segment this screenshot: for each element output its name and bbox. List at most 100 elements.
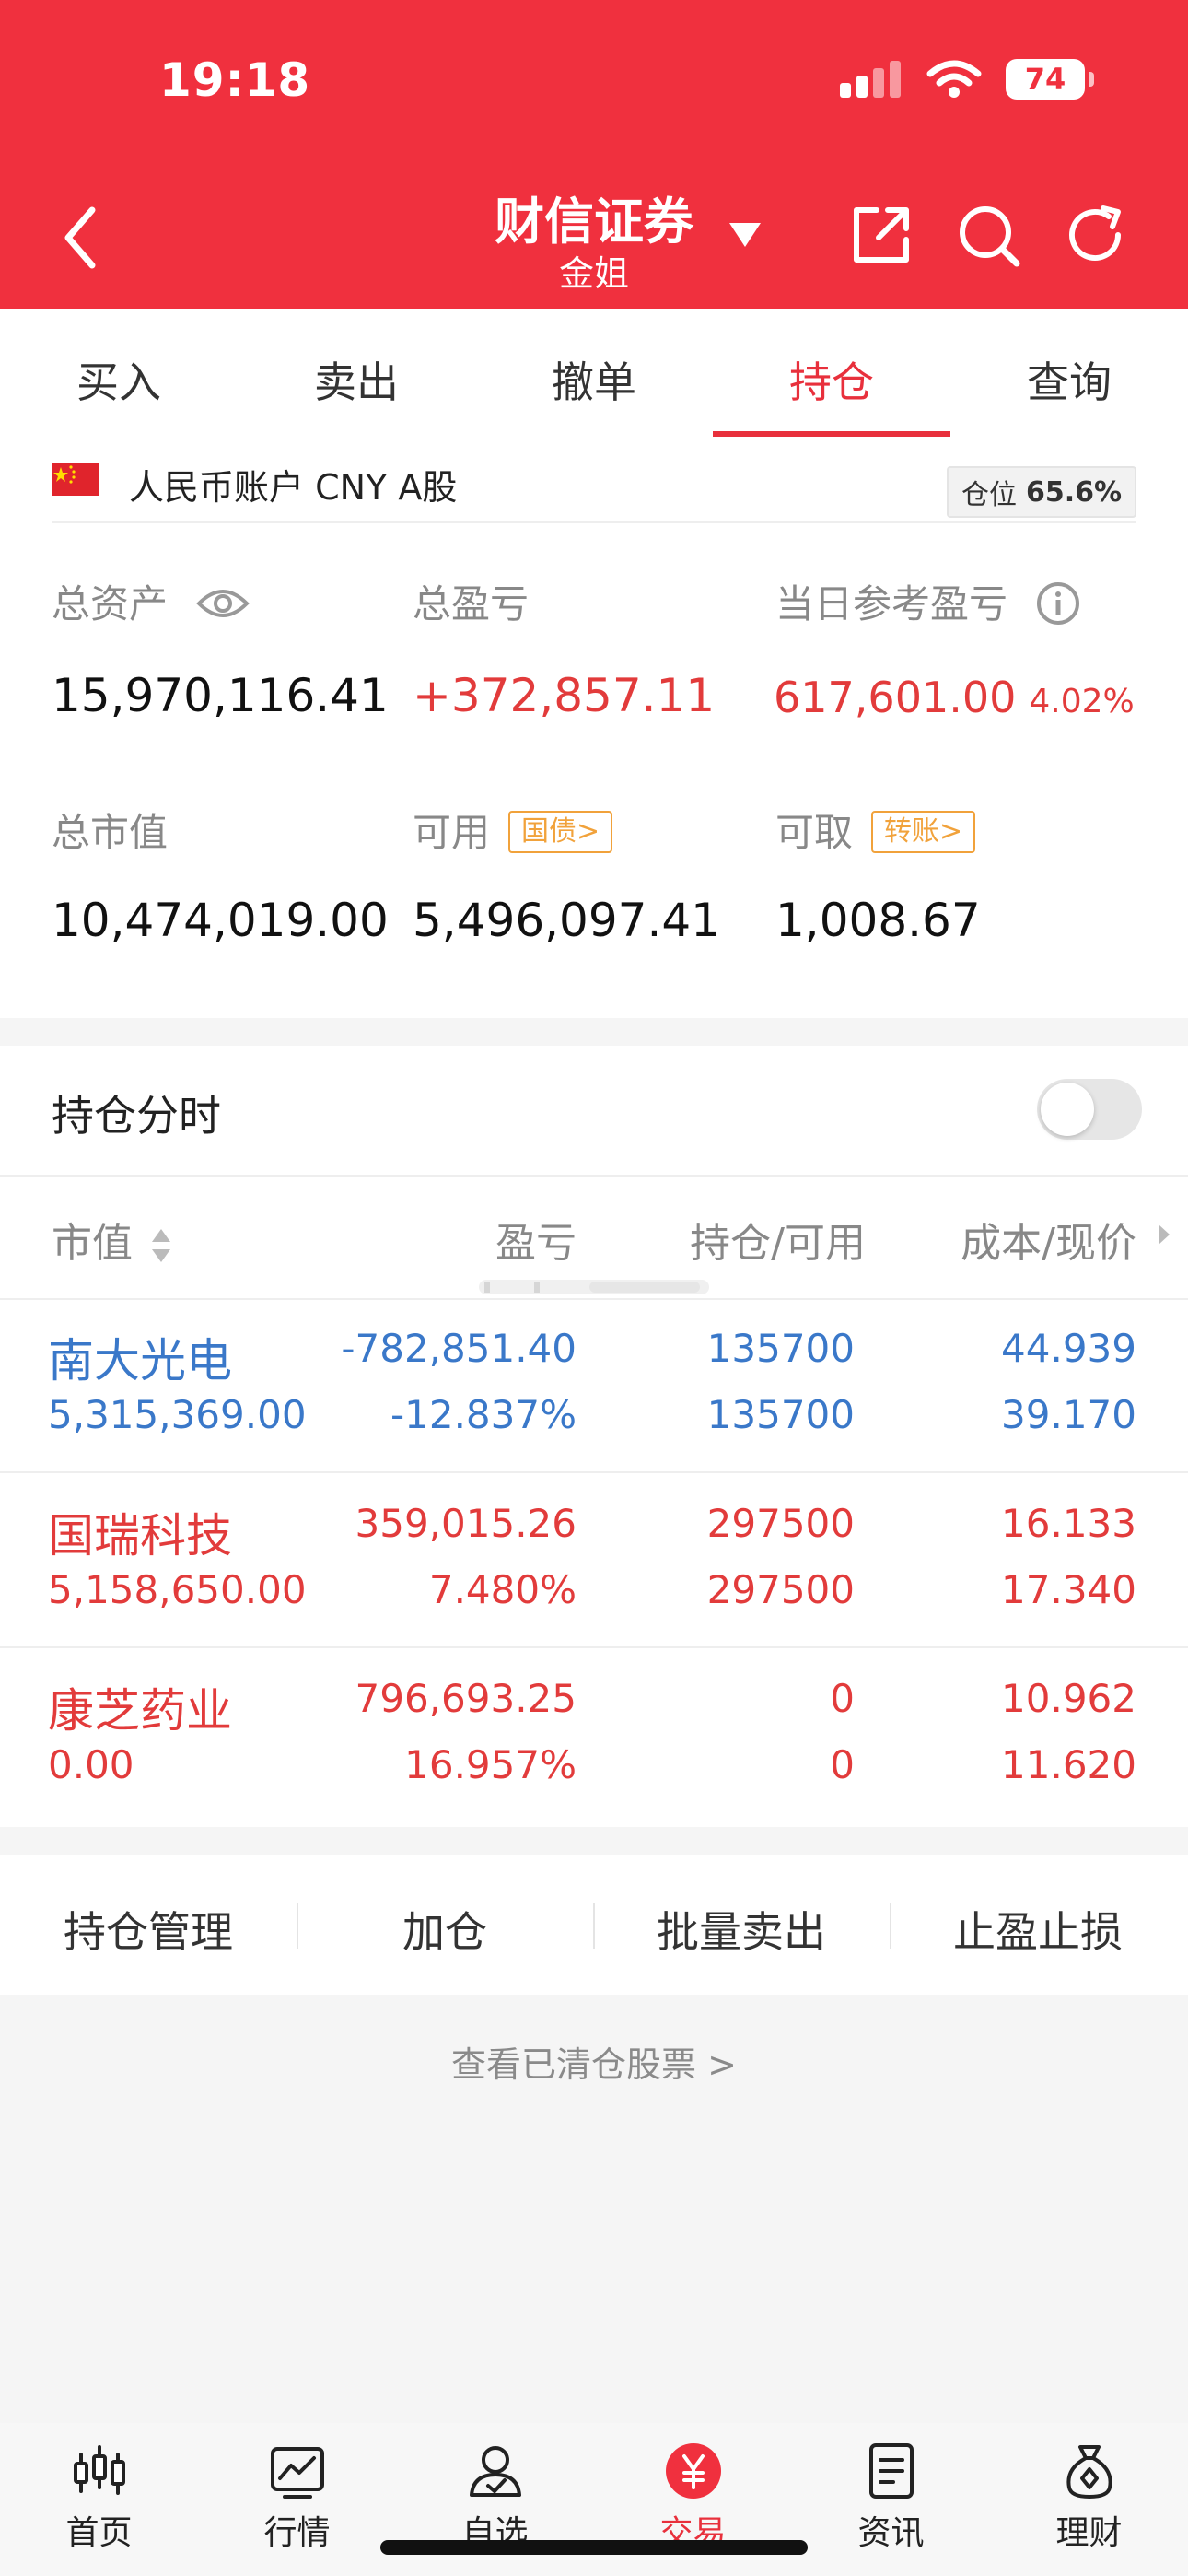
stock-market-value: 5,315,369.00 [48,1392,307,1437]
refresh-icon[interactable] [1061,201,1129,269]
market-value-label: 总市值 [52,810,169,855]
stock-pnl: 796,693.25 [355,1676,577,1721]
chevron-right-icon[interactable] [1155,1221,1173,1248]
withdrawable-value: 1,008.67 [775,894,981,947]
account-summary: 人民币账户 CNY A股 仓位 65.6% 总资产 15,970,116.41 … [0,442,1188,1018]
stock-name[interactable]: 国瑞科技 [48,1499,232,1565]
nav-label: 资讯 [857,2514,925,2552]
nav-label: 行情 [263,2514,331,2552]
nav-trade[interactable]: 交易 [594,2441,792,2554]
divider [0,1298,1188,1300]
stock-pnl: 359,015.26 [355,1501,577,1546]
nav-label: 首页 [65,2514,133,2552]
stock-pnl-percent: 16.957% [404,1742,577,1787]
candlestick-icon [73,2445,125,2495]
divider [0,1471,1188,1473]
china-flag-icon [52,463,99,496]
wifi-icon [926,60,982,98]
tab-sell[interactable]: 卖出 [238,349,475,410]
position-ratio-label: 仓位 [961,479,1017,511]
treasury-bond-button[interactable]: 国债> [508,810,613,853]
daily-pnl-percent: 4.02% [1029,683,1135,720]
nav-wealth[interactable]: 理财 [990,2441,1188,2554]
status-time: 19:18 [159,53,311,107]
stock-pnl: -782,851.40 [341,1326,577,1371]
divider [52,521,1136,523]
sort-icon[interactable] [149,1225,173,1266]
home-indicator[interactable] [380,2540,808,2555]
stock-position: 297500 [706,1501,855,1546]
search-icon[interactable] [954,201,1022,269]
stock-name[interactable]: 南大光电 [48,1324,232,1390]
stock-market-value: 0.00 [48,1742,134,1787]
total-assets-value: 15,970,116.41 [52,669,389,722]
column-header-shares[interactable]: 持仓/可用 [635,1210,866,1269]
tab-positions[interactable]: 持仓 [713,349,950,410]
holdings-intraday-label: 持仓分时 [52,1091,221,1141]
daily-pnl-label: 当日参考盈亏 [775,573,1080,629]
active-tab-indicator [713,431,950,437]
stock-price: 39.170 [1001,1392,1136,1437]
column-header-pnl[interactable]: 盈亏 [405,1210,577,1269]
stock-position: 0 [830,1676,855,1721]
account-type-label[interactable]: 人民币账户 CNY A股 [129,459,457,509]
transfer-button[interactable]: 转账> [871,810,976,853]
stock-cost: 10.962 [1001,1676,1136,1721]
column-header-cost-price[interactable]: 成本/现价 [903,1210,1136,1269]
stock-cost: 44.939 [1001,1326,1136,1371]
position-actions: 持仓管理 加仓 批量卖出 止盈止损 [0,1855,1188,1995]
user-check-icon [469,2446,521,2497]
column-header-market-value[interactable]: 市值 [52,1210,173,1269]
stop-profit-loss-button[interactable]: 止盈止损 [890,1899,1186,1960]
stock-available: 297500 [706,1567,855,1612]
available-value: 5,496,097.41 [413,894,720,947]
holdings-section: 持仓分时 市值 盈亏 持仓/可用 成本/现价 南大光电 5,315,369.00… [0,1046,1188,1827]
line-chart-icon [270,2447,324,2499]
eye-icon[interactable] [196,585,250,622]
stock-cost: 16.133 [1001,1501,1136,1546]
share-icon[interactable] [847,201,915,269]
yuan-icon [665,2443,721,2499]
stock-pnl-percent: -12.837% [390,1392,577,1437]
tab-query[interactable]: 查询 [950,349,1188,410]
app-header: 19:18 74 财信证券 金姐 [0,0,1188,309]
caret-down-icon[interactable] [728,221,763,249]
market-value-value: 10,474,019.00 [52,894,389,947]
holdings-intraday-toggle[interactable] [1037,1079,1142,1140]
available-label: 可用 国债> [413,802,613,858]
stock-name[interactable]: 康芝药业 [48,1674,232,1740]
horizontal-scroll-indicator[interactable] [479,1276,709,1298]
tab-cancel-order[interactable]: 撤单 [475,349,713,410]
nav-market[interactable]: 行情 [198,2441,396,2554]
nav-home[interactable]: 首页 [0,2441,198,2554]
add-position-button[interactable]: 加仓 [297,1899,593,1960]
daily-pnl-value: 617,601.00 4.02% [774,673,1135,722]
battery-indicator: 74 [1006,59,1094,100]
stock-price: 17.340 [1001,1567,1136,1612]
stock-available: 0 [830,1742,855,1787]
view-cleared-stocks-link[interactable]: 查看已清仓股票 > [0,2036,1188,2087]
position-ratio-badge: 仓位 65.6% [947,466,1136,518]
nav-news[interactable]: 资讯 [792,2441,990,2554]
app-screen: 19:18 74 财信证券 金姐 买入 卖出 撤单 持仓 查询 人民币账户 CN… [0,0,1188,2576]
position-ratio-value: 65.6% [1025,475,1123,509]
divider [0,1175,1188,1177]
total-assets-label: 总资产 [52,573,250,629]
divider [0,1646,1188,1648]
total-pnl-value: +372,857.11 [413,669,716,722]
news-icon [868,2443,914,2499]
position-management-button[interactable]: 持仓管理 [0,1899,297,1960]
battery-level: 74 [1024,62,1066,97]
money-bag-icon [1066,2445,1112,2499]
batch-sell-button[interactable]: 批量卖出 [593,1899,890,1960]
cellular-signal-icon [840,61,901,98]
stock-market-value: 5,158,650.00 [48,1567,307,1612]
withdrawable-label: 可取 转账> [775,802,976,858]
stock-available: 135700 [706,1392,855,1437]
tab-buy[interactable]: 买入 [0,349,238,410]
stock-position: 135700 [706,1326,855,1371]
total-pnl-label: 总盈亏 [413,581,530,626]
info-icon[interactable] [1036,581,1080,626]
trade-tabs: 买入 卖出 撤单 持仓 查询 [0,309,1188,442]
nav-watchlist[interactable]: 自选 [396,2441,594,2554]
